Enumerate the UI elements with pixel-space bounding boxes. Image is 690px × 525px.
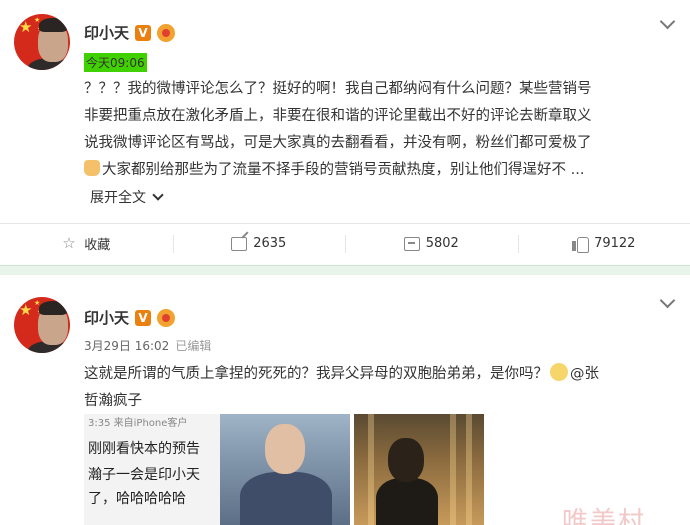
comment-count: 5802 <box>425 236 459 251</box>
content-line: ？？？我的微博评论怎么了？挺好的啊！我自己都纳闷有什么问题？某些营销号 <box>84 81 592 97</box>
image-text-line: 瀚子一会是印小天 <box>88 467 200 483</box>
image-text-line: 了，哈哈哈哈哈 <box>88 491 186 507</box>
post-image-screenshot[interactable]: 3:35 来自iPhone客户 刚刚看快本的预告 瀚子一会是印小天 了，哈哈哈哈… <box>84 414 220 525</box>
post-meta: 3月29日 16:02 已编辑 <box>84 337 211 354</box>
cat-emoji-icon <box>550 363 568 381</box>
content-line: 非要把重点放在激化矛盾上，非要在很和谐的评论里截出不好的评论去断章取义 <box>84 108 592 124</box>
expand-label: 展开全文 <box>90 190 146 206</box>
share-button[interactable]: 2635 <box>172 224 346 263</box>
author-avatar[interactable]: ★★★ <box>14 14 70 70</box>
author-avatar[interactable]: ★★★ <box>14 297 70 353</box>
post-content: 这就是所谓的气质上拿捏的死死的？我异父异母的双胞胎弟弟，是你吗？ @张 哲瀚疯子 <box>84 361 674 415</box>
post-time[interactable]: 3月29日 16:02 <box>84 337 169 354</box>
medal-icon <box>157 308 177 327</box>
edited-label[interactable]: 已编辑 <box>175 337 211 354</box>
medal-icon <box>157 23 177 42</box>
post-image-photo-1[interactable] <box>220 414 350 525</box>
comment-icon <box>403 236 420 251</box>
author-name[interactable]: 印小天 <box>84 307 129 328</box>
more-options-chevron-icon[interactable] <box>660 16 674 30</box>
star-icon <box>62 234 78 252</box>
author-row: 印小天 V <box>84 307 177 328</box>
more-options-chevron-icon[interactable] <box>660 295 674 309</box>
mention-link[interactable]: @张 <box>570 366 599 382</box>
content-line-text: 大家都别给那些为了流量不择手段的营销号贡献热度，别让他们得逞好不 ... <box>102 162 585 178</box>
favorite-label: 收藏 <box>84 238 111 253</box>
expand-full-text-button[interactable]: 展开全文 <box>90 187 164 207</box>
post-image-photo-2[interactable] <box>354 414 484 525</box>
share-icon <box>231 236 248 251</box>
weibo-post-1: ★★★ 印小天 V 今天09:06 ？？？我的微博评论怎么了？挺好的啊！我自己都… <box>0 0 690 265</box>
content-line[interactable]: 哲瀚疯子 <box>84 388 674 415</box>
like-button[interactable]: 79122 <box>517 224 690 263</box>
like-count: 79122 <box>594 236 636 251</box>
author-row: 印小天 V <box>84 22 177 43</box>
post-content: ？？？我的微博评论怎么了？挺好的啊！我自己都纳闷有什么问题？某些营销号 非要把重… <box>84 76 674 184</box>
thumbs-up-icon <box>572 236 590 253</box>
share-count: 2635 <box>253 236 287 251</box>
comment-button[interactable]: 5802 <box>345 224 518 263</box>
verified-badge-icon: V <box>135 24 152 41</box>
content-line-with-emoji: 大家都别给那些为了流量不择手段的营销号贡献热度，别让他们得逞好不 ... <box>84 157 674 184</box>
feed-separator <box>0 265 690 275</box>
post-meta: 今天09:06 <box>84 53 147 72</box>
content-line: 这就是所谓的气质上拿捏的死死的？我异父异母的双胞胎弟弟，是你吗？ @张 <box>84 361 674 388</box>
post-time[interactable]: 今天09:06 <box>84 53 147 72</box>
verified-badge-icon: V <box>135 309 152 326</box>
watermark: 唯美村 <box>562 507 647 525</box>
action-bar: 收藏 2635 5802 79122 <box>0 223 690 263</box>
image-text-line: 刚刚看快本的预告 <box>88 441 200 457</box>
favorite-button[interactable]: 收藏 <box>0 224 173 263</box>
content-line: 说我微博评论区有骂战，可是大家真的去翻看看，并没有啊，粉丝们都可爱极了 <box>84 135 592 151</box>
chevron-down-icon <box>152 188 164 201</box>
image-text-line: 3:35 来自iPhone客户 <box>88 418 188 429</box>
thumbs-up-emoji-icon <box>84 160 100 176</box>
author-name[interactable]: 印小天 <box>84 22 129 43</box>
content-line-text: 这就是所谓的气质上拿捏的死死的？我异父异母的双胞胎弟弟，是你吗？ <box>84 366 548 382</box>
